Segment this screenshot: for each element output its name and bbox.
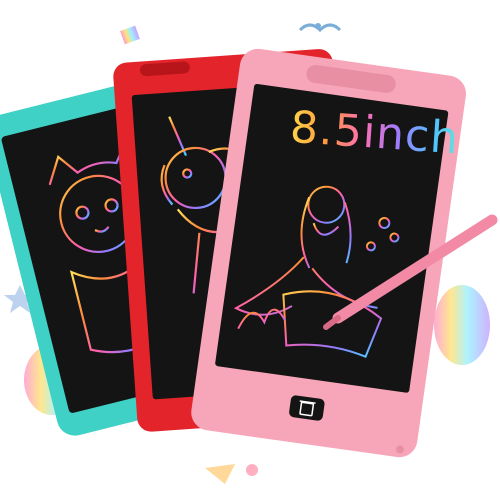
rainbow-cloud-icon (434, 285, 490, 365)
product-photo: 8.5inch (0, 0, 500, 500)
size-label: 8.5inch (288, 102, 472, 165)
rainbow-sticker-icon (120, 25, 140, 45)
tablets-illustration (0, 23, 498, 484)
sticker-icon (205, 464, 235, 484)
erase-button[interactable] (288, 395, 325, 422)
